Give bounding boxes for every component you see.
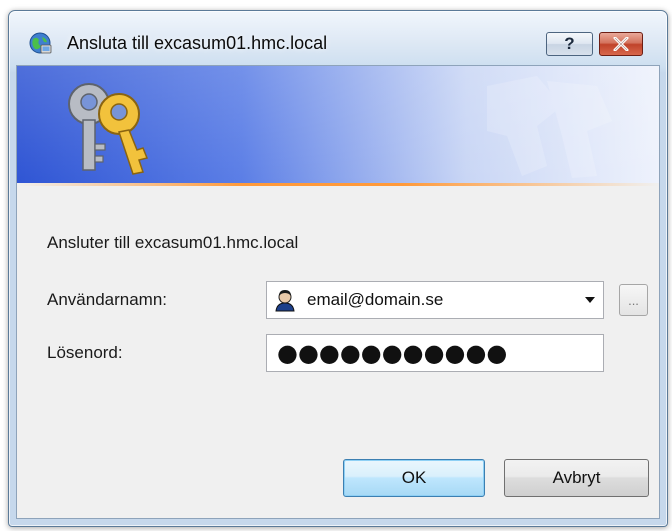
connecting-text: Ansluter till excasum01.hmc.local (47, 233, 299, 252)
password-field[interactable]: ●●●●●●●●●●● (266, 334, 604, 372)
cancel-label: Avbryt (552, 468, 601, 487)
dialog-body: Ansluter till excasum01.hmc.local Använd… (16, 65, 660, 519)
help-label: ? (564, 34, 575, 53)
username-label: Användarnamn: (47, 290, 168, 309)
globe-network-icon (29, 32, 52, 54)
window-title: Ansluta till excasum01.hmc.local (67, 33, 328, 53)
password-mask: ●●●●●●●●●●● (277, 339, 508, 367)
keys-icon (68, 83, 149, 175)
banner-accent-line (17, 183, 659, 186)
ok-button[interactable]: OK (343, 459, 485, 497)
browse-button[interactable]: ... (619, 284, 648, 316)
username-value: email@domain.se (307, 290, 444, 309)
ok-label: OK (401, 468, 427, 487)
help-button[interactable]: ? (546, 32, 593, 56)
title-bar[interactable]: Ansluta till excasum01.hmc.local ? (9, 11, 667, 67)
username-combobox[interactable]: email@domain.se (266, 281, 604, 319)
user-icon (275, 290, 295, 312)
credentials-dialog: Ansluta till excasum01.hmc.local ? Anslu… (8, 10, 668, 527)
dropdown-arrow[interactable] (577, 282, 603, 318)
password-label: Lösenord: (47, 343, 123, 362)
close-icon (613, 37, 629, 51)
chevron-down-icon (585, 297, 595, 303)
cancel-button[interactable]: Avbryt (504, 459, 649, 497)
close-button[interactable] (599, 32, 643, 56)
browse-label: ... (628, 292, 639, 308)
